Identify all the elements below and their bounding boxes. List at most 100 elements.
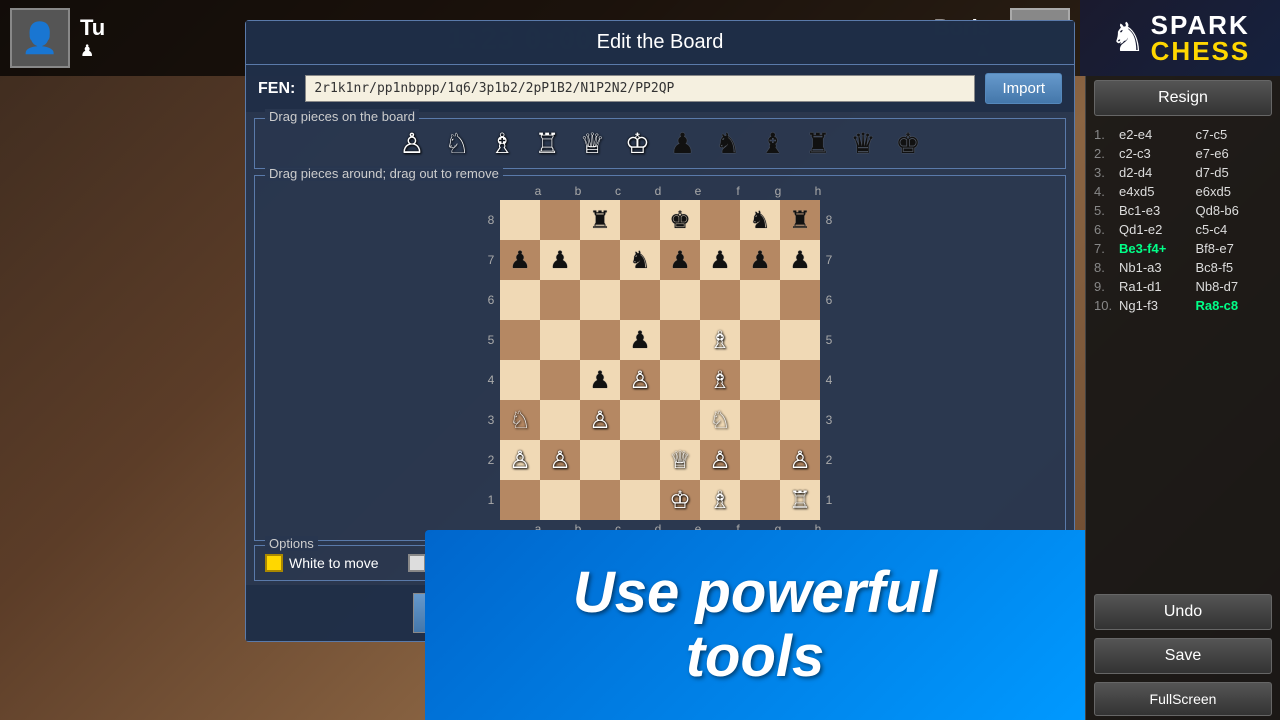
move-black: d7-d5 <box>1196 165 1273 180</box>
board-square-b8[interactable] <box>540 200 580 240</box>
fen-input[interactable] <box>305 75 975 102</box>
board-square-g4[interactable] <box>740 360 780 400</box>
board-square-a5[interactable] <box>500 320 540 360</box>
board-square-a6[interactable] <box>500 280 540 320</box>
board-square-h7[interactable]: ♟ <box>780 240 820 280</box>
board-square-e5[interactable] <box>660 320 700 360</box>
board-square-c8[interactable]: ♜ <box>580 200 620 240</box>
board-square-e1[interactable]: ♔ <box>660 480 700 520</box>
board-square-g6[interactable] <box>740 280 780 320</box>
board-square-d2[interactable] <box>620 440 660 480</box>
board-square-g3[interactable] <box>740 400 780 440</box>
black-to-move-checkbox[interactable] <box>408 554 426 572</box>
board-square-h4[interactable] <box>780 360 820 400</box>
board-square-d1[interactable] <box>620 480 660 520</box>
board-square-e4[interactable] <box>660 360 700 400</box>
board-square-b3[interactable] <box>540 400 580 440</box>
board-square-c4[interactable]: ♟ <box>580 360 620 400</box>
board-square-f6[interactable] <box>700 280 740 320</box>
board-square-d4[interactable]: ♙ <box>620 360 660 400</box>
board-square-b6[interactable] <box>540 280 580 320</box>
board-square-a7[interactable]: ♟ <box>500 240 540 280</box>
board-square-h1[interactable]: ♖ <box>780 480 820 520</box>
white-to-move-checkbox[interactable] <box>265 554 283 572</box>
board-square-d3[interactable] <box>620 400 660 440</box>
board-square-g1[interactable] <box>740 480 780 520</box>
board-square-d6[interactable] <box>620 280 660 320</box>
black-knight-piece[interactable]: ♞ <box>715 127 740 160</box>
black-bishop-piece[interactable]: ♝ <box>760 127 785 160</box>
board-square-b7[interactable]: ♟ <box>540 240 580 280</box>
rank-label: 6 <box>482 293 500 307</box>
white-king-piece[interactable]: ♔ <box>625 127 650 160</box>
import-button[interactable]: Import <box>985 73 1062 104</box>
white-knight-piece[interactable]: ♘ <box>444 127 469 160</box>
board-square-h2[interactable]: ♙ <box>780 440 820 480</box>
rank-label: 2 <box>482 453 500 467</box>
board-square-b1[interactable] <box>540 480 580 520</box>
board-square-f1[interactable]: ♗ <box>700 480 740 520</box>
black-king-piece[interactable]: ♚ <box>896 127 921 160</box>
white-pawn-piece[interactable]: ♙ <box>399 127 424 160</box>
board-square-f4[interactable]: ♗ <box>700 360 740 400</box>
board-square-d7[interactable]: ♞ <box>620 240 660 280</box>
board-square-d8[interactable] <box>620 200 660 240</box>
board-square-h5[interactable] <box>780 320 820 360</box>
board-square-b5[interactable] <box>540 320 580 360</box>
board-square-c3[interactable]: ♙ <box>580 400 620 440</box>
board-square-e7[interactable]: ♟ <box>660 240 700 280</box>
rank-label-right: 3 <box>820 413 838 427</box>
options-label: Options <box>265 536 318 551</box>
board-square-g5[interactable] <box>740 320 780 360</box>
board-square-c1[interactable] <box>580 480 620 520</box>
player-left-avatar: 👤 <box>10 8 70 68</box>
board-square-a8[interactable] <box>500 200 540 240</box>
white-bishop-piece[interactable]: ♗ <box>490 127 515 160</box>
board-square-c6[interactable] <box>580 280 620 320</box>
board-square-f7[interactable]: ♟ <box>700 240 740 280</box>
rank-label: 4 <box>482 373 500 387</box>
board-square-e8[interactable]: ♚ <box>660 200 700 240</box>
board-square-f3[interactable]: ♘ <box>700 400 740 440</box>
board-square-c7[interactable] <box>580 240 620 280</box>
board-square-g8[interactable]: ♞ <box>740 200 780 240</box>
board-square-b2[interactable]: ♙ <box>540 440 580 480</box>
board-square-h3[interactable] <box>780 400 820 440</box>
board-square-g2[interactable] <box>740 440 780 480</box>
board-square-h6[interactable] <box>780 280 820 320</box>
move-number: 4. <box>1094 184 1119 199</box>
board-square-a1[interactable] <box>500 480 540 520</box>
board-square-f8[interactable] <box>700 200 740 240</box>
white-rook-piece[interactable]: ♖ <box>535 127 560 160</box>
file-label: d <box>638 184 678 198</box>
white-queen-piece[interactable]: ♕ <box>580 127 605 160</box>
move-number: 6. <box>1094 222 1119 237</box>
player-left-avatar-icon: 👤 <box>21 21 58 56</box>
board-square-c2[interactable] <box>580 440 620 480</box>
rank-label: 3 <box>482 413 500 427</box>
move-white: e4xd5 <box>1119 184 1196 199</box>
board-square-e3[interactable] <box>660 400 700 440</box>
black-rook-piece[interactable]: ♜ <box>805 127 830 160</box>
board-square-f2[interactable]: ♙ <box>700 440 740 480</box>
save-button[interactable]: Save <box>1094 638 1272 674</box>
board-square-g7[interactable]: ♟ <box>740 240 780 280</box>
board-square-e6[interactable] <box>660 280 700 320</box>
resign-button[interactable]: Resign <box>1094 80 1272 116</box>
piece-bn-d7: ♞ <box>629 246 651 275</box>
move-row: 8.Nb1-a3Bc8-f5 <box>1094 258 1272 277</box>
board-square-b4[interactable] <box>540 360 580 400</box>
fullscreen-button[interactable]: FullScreen <box>1094 682 1272 716</box>
board-square-h8[interactable]: ♜ <box>780 200 820 240</box>
board-square-e2[interactable]: ♕ <box>660 440 700 480</box>
board-square-a2[interactable]: ♙ <box>500 440 540 480</box>
undo-button[interactable]: Undo <box>1094 594 1272 630</box>
board-square-a4[interactable] <box>500 360 540 400</box>
board-square-c5[interactable] <box>580 320 620 360</box>
board-square-f5[interactable]: ♗ <box>700 320 740 360</box>
black-pawn-piece[interactable]: ♟ <box>670 127 695 160</box>
black-queen-piece[interactable]: ♛ <box>850 127 875 160</box>
board-square-a3[interactable]: ♘ <box>500 400 540 440</box>
board-square-d5[interactable]: ♟ <box>620 320 660 360</box>
move-black: Qd8-b6 <box>1196 203 1273 218</box>
